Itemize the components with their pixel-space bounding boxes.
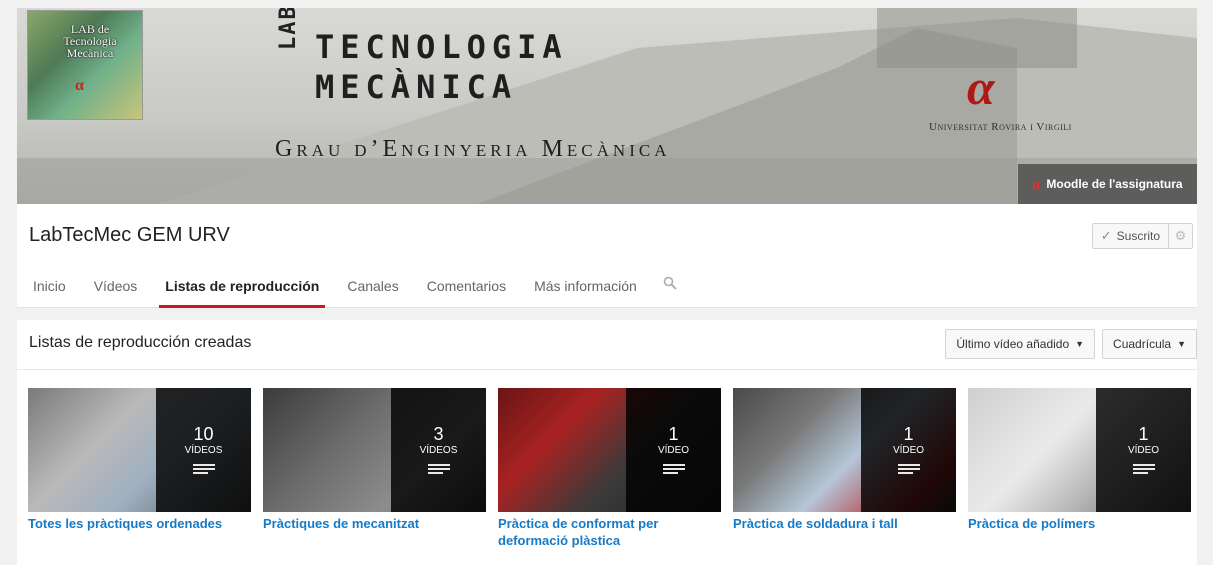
urv-logo-icon: α: [967, 59, 995, 115]
video-count-unit: VÍDEO: [1127, 445, 1160, 456]
subscribed-button[interactable]: ✓ Suscrito: [1091, 223, 1169, 249]
channel-title: LabTecMec GEM URV: [29, 224, 230, 246]
subscribe-group: ✓ Suscrito ⚙: [1091, 223, 1193, 249]
section-title: Listas de reproducción creadas: [29, 334, 252, 351]
moodle-link-button[interactable]: α Moodle de l'assignatura: [1018, 164, 1197, 204]
playlist-card[interactable]: 1 VÍDEO Pràctica de conformat per deform…: [498, 388, 721, 549]
playlist-thumbnail[interactable]: 1 VÍDEO: [968, 388, 1191, 512]
banner-subtitle: Grau d’Enginyeria Mecànica: [275, 136, 671, 162]
chevron-down-icon: ▼: [1075, 339, 1085, 349]
video-count-overlay: 3 VÍDEOS: [391, 388, 486, 512]
playlist-icon: [897, 462, 920, 476]
tab-inicio[interactable]: Inicio: [29, 264, 80, 308]
video-count-overlay: 10 VÍDEOS: [156, 388, 251, 512]
checkmark-icon: ✓: [1100, 228, 1112, 243]
playlist-title-link[interactable]: Totes les pràctiques ordenades: [28, 515, 251, 532]
tab-videos[interactable]: Vídeos: [80, 264, 152, 308]
playlist-grid: 10 VÍDEOS Totes les pràctiques ordenades…: [28, 388, 1191, 549]
sort-dropdown[interactable]: Último vídeo añadido ▼: [945, 329, 1096, 359]
playlist-thumbnail[interactable]: 10 VÍDEOS: [28, 388, 251, 512]
channel-banner: LAB de Tecnologia Mecànica α LAB TECNOLO…: [17, 8, 1197, 204]
video-count: 1: [1138, 424, 1149, 444]
playlist-thumbnail[interactable]: 1 VÍDEO: [733, 388, 956, 512]
video-count-overlay: 1 VÍDEO: [1096, 388, 1191, 512]
view-label: Cuadrícula: [1113, 337, 1172, 351]
sort-controls: Último vídeo añadido ▼ Cuadrícula ▼: [945, 329, 1197, 359]
tab-about[interactable]: Más información: [520, 264, 651, 308]
playlist-thumbnail[interactable]: 1 VÍDEO: [498, 388, 721, 512]
lab-vertical-text: LAB: [276, 8, 301, 50]
playlist-card[interactable]: 1 VÍDEO Pràctica de polímers: [968, 388, 1191, 549]
video-count: 1: [668, 424, 679, 444]
tab-channels[interactable]: Canales: [333, 264, 412, 308]
section-header: Listas de reproducción creadas Último ví…: [17, 320, 1197, 370]
video-count-unit: VÍDEO: [657, 445, 690, 456]
urv-favicon-icon: α: [1032, 176, 1041, 192]
video-count: 10: [193, 424, 214, 444]
video-count-unit: VÍDEO: [892, 445, 925, 456]
subscribed-label: Suscrito: [1116, 229, 1160, 243]
banner-title-line2: MECÀNICA: [315, 68, 518, 106]
urv-logo-small-icon: α: [75, 77, 84, 94]
search-icon[interactable]: [651, 264, 689, 308]
video-count-overlay: 1 VÍDEO: [626, 388, 721, 512]
playlist-icon: [192, 462, 215, 476]
sort-label: Último vídeo añadido: [956, 337, 1070, 351]
playlist-card[interactable]: 10 VÍDEOS Totes les pràctiques ordenades: [28, 388, 251, 549]
video-count-overlay: 1 VÍDEO: [861, 388, 956, 512]
page: LAB de Tecnologia Mecànica α LAB TECNOLO…: [0, 0, 1213, 565]
tab-comments[interactable]: Comentarios: [413, 264, 520, 308]
playlist-card[interactable]: 3 VÍDEOS Pràctiques de mecanitzat: [263, 388, 486, 549]
channel-logo: LAB de Tecnologia Mecànica α: [27, 10, 143, 120]
video-count-unit: VÍDEOS: [419, 445, 458, 456]
playlist-icon: [427, 462, 450, 476]
playlist-title-link[interactable]: Pràctica de soldadura i tall: [733, 515, 956, 532]
channel-tabs: Inicio Vídeos Listas de reproducción Can…: [29, 264, 689, 308]
playlist-icon: [1132, 462, 1155, 476]
video-count-unit: VÍDEOS: [184, 445, 223, 456]
playlist-title-link[interactable]: Pràctiques de mecanitzat: [263, 515, 486, 532]
playlist-thumbnail[interactable]: 3 VÍDEOS: [263, 388, 486, 512]
banner-title-line1: TECNOLOGIA: [315, 28, 568, 66]
channel-header: LabTecMec GEM URV ✓ Suscrito ⚙ Inicio Ví…: [17, 204, 1197, 308]
subscription-settings-button[interactable]: ⚙: [1169, 223, 1193, 249]
tab-playlists[interactable]: Listas de reproducción: [151, 264, 333, 308]
playlists-section: Listas de reproducción creadas Último ví…: [17, 320, 1197, 565]
playlist-card[interactable]: 1 VÍDEO Pràctica de soldadura i tall: [733, 388, 956, 549]
chevron-down-icon: ▼: [1177, 339, 1186, 349]
video-count: 3: [433, 424, 444, 444]
gear-icon: ⚙: [1174, 228, 1187, 243]
playlist-title-link[interactable]: Pràctica de polímers: [968, 515, 1191, 532]
video-count: 1: [903, 424, 914, 444]
university-name: Universitat Rovira i Virgili: [929, 121, 1072, 133]
moodle-link-label: Moodle de l'assignatura: [1046, 177, 1183, 191]
playlist-icon: [662, 462, 685, 476]
view-dropdown[interactable]: Cuadrícula ▼: [1102, 329, 1197, 359]
logo-text: LAB de Tecnologia Mecànica: [63, 22, 117, 60]
playlist-title-link[interactable]: Pràctica de conformat per deformació plà…: [498, 515, 721, 549]
